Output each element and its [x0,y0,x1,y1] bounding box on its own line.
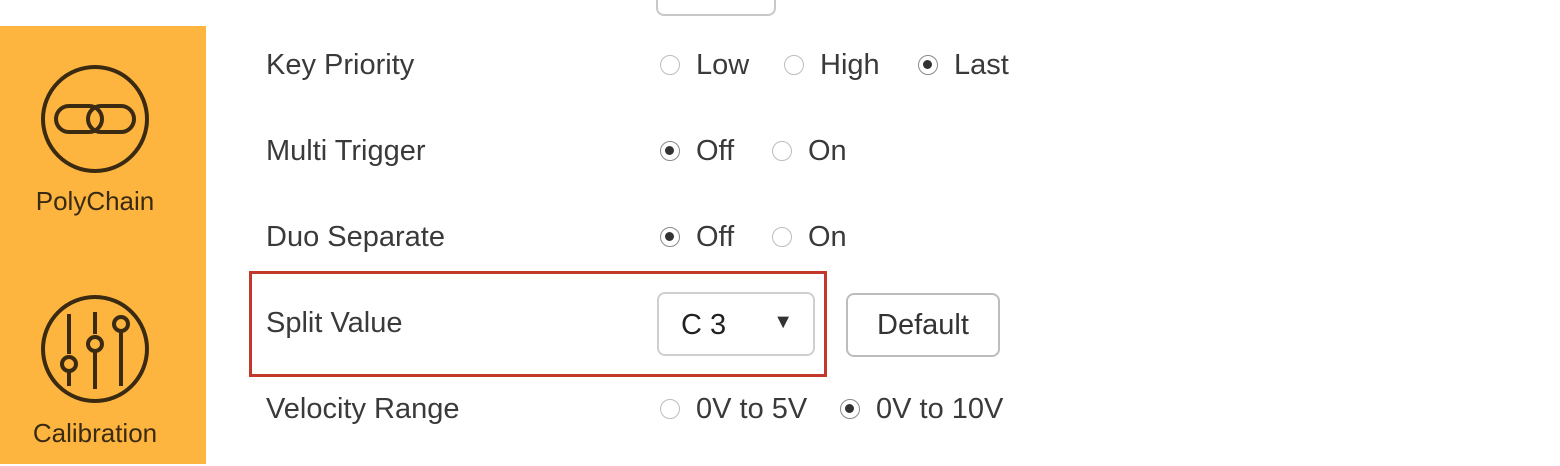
chevron-down-icon: ▼ [773,311,793,333]
sidebar-item-calibration[interactable]: Calibration [0,266,190,466]
radio-icon [772,141,792,161]
velocity-range-5v-radio[interactable]: 0V to 5V [660,391,807,427]
radio-checked-icon [660,227,680,247]
split-value-label: Split Value [266,307,403,339]
radio-icon [660,399,680,419]
top-button-partial[interactable] [656,0,776,16]
key-priority-last-radio[interactable]: Last [918,47,1009,83]
multi-trigger-on-radio[interactable]: On [772,133,847,169]
chain-link-icon [41,65,149,173]
key-priority-label: Key Priority [266,49,415,81]
sliders-icon [41,295,149,403]
multi-trigger-label: Multi Trigger [266,135,426,167]
sidebar-item-polychain[interactable]: PolyChain [0,26,190,236]
radio-checked-icon [660,141,680,161]
radio-checked-icon [840,399,860,419]
sidebar: PolyChain Calibration [0,26,206,464]
key-priority-low-radio[interactable]: Low [660,47,749,83]
radio-icon [784,55,804,75]
key-priority-high-radio[interactable]: High [784,47,880,83]
velocity-range-label: Velocity Range [266,393,460,425]
radio-checked-icon [918,55,938,75]
duo-separate-off-radio[interactable]: Off [660,219,734,255]
split-value-selected: C 3 [681,309,727,341]
split-value-select[interactable]: C 3 ▼ [657,292,815,356]
default-button[interactable]: Default [846,293,1000,357]
sidebar-item-label: PolyChain [35,186,155,216]
sidebar-item-label: Calibration [32,418,158,448]
radio-icon [772,227,792,247]
multi-trigger-off-radio[interactable]: Off [660,133,734,169]
velocity-range-10v-radio[interactable]: 0V to 10V [840,391,1003,427]
duo-separate-on-radio[interactable]: On [772,219,847,255]
radio-icon [660,55,680,75]
duo-separate-label: Duo Separate [266,221,445,253]
